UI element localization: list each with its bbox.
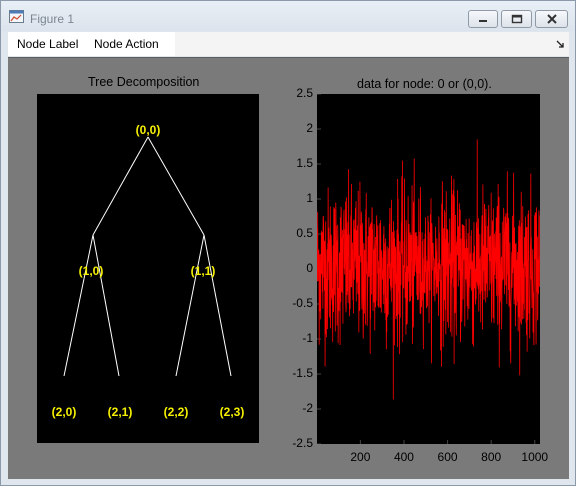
y-tick-label: 0.5 xyxy=(296,226,313,240)
menu-node-action[interactable]: Node Action xyxy=(94,37,159,51)
minimize-button[interactable] xyxy=(468,10,498,28)
undock-arrow-icon[interactable] xyxy=(556,40,566,50)
data-axes-title: data for node: 0 or (0,0). xyxy=(357,77,492,91)
tree-axes-title: Tree Decomposition xyxy=(88,75,200,89)
y-tick-label: 1.5 xyxy=(296,156,313,170)
edge-root-right xyxy=(147,136,205,236)
x-tick-label: 600 xyxy=(437,450,458,464)
edge-root-left xyxy=(92,136,149,236)
menu-bar-fill xyxy=(175,32,569,56)
edge-r-rl xyxy=(175,234,205,377)
menu-bar: Node Label Node Action xyxy=(8,32,569,56)
tree-node-2-2[interactable]: (2,2) xyxy=(164,405,189,419)
y-tick-label: 2.5 xyxy=(296,86,313,100)
tree-node-2-1[interactable]: (2,1) xyxy=(108,405,133,419)
x-tick-label: 400 xyxy=(393,450,414,464)
maximize-button[interactable] xyxy=(501,10,532,28)
data-plot xyxy=(317,94,540,444)
title-bar[interactable]: Figure 1 xyxy=(1,1,575,31)
edge-l-lr xyxy=(92,234,120,377)
edge-r-rr xyxy=(203,234,232,377)
tree-node-2-0[interactable]: (2,0) xyxy=(52,405,77,419)
signal-series-line xyxy=(317,139,540,400)
y-tick-label: 2 xyxy=(306,121,313,135)
tree-node-2-3[interactable]: (2,3) xyxy=(220,405,245,419)
tree-axes: (0,0) (1,0) (1,1) (2,0) (2,1) (2,2) (2,3… xyxy=(37,94,259,443)
x-tick-label: 1000 xyxy=(521,450,549,464)
y-tick-label: -1.5 xyxy=(292,366,313,380)
maximize-icon xyxy=(511,14,522,24)
tree-node-1-1[interactable]: (1,1) xyxy=(191,264,216,278)
y-tick-label: 1 xyxy=(306,191,313,205)
y-tick-label: -1 xyxy=(302,331,313,345)
window-title: Figure 1 xyxy=(30,12,75,26)
data-axes xyxy=(317,94,540,444)
minimize-icon xyxy=(479,20,487,22)
close-icon xyxy=(546,14,557,24)
x-tick-label: 800 xyxy=(481,450,502,464)
figure-window: Figure 1 Node Label Node Action Tree Dec… xyxy=(0,0,576,486)
y-tick-label: 0 xyxy=(306,261,313,275)
edge-l-ll xyxy=(63,234,94,377)
figure-canvas: Tree Decomposition (0,0) (1,0) (1,1) (2,… xyxy=(8,57,569,479)
x-tick-label: 200 xyxy=(350,450,371,464)
tree-node-0-0[interactable]: (0,0) xyxy=(136,123,161,137)
tree-node-1-0[interactable]: (1,0) xyxy=(79,264,104,278)
y-tick-label: -2 xyxy=(302,401,313,415)
y-tick-label: -2.5 xyxy=(292,436,313,450)
y-tick-label: -0.5 xyxy=(292,296,313,310)
menu-node-label[interactable]: Node Label xyxy=(17,37,78,51)
tree-edges xyxy=(63,136,232,377)
close-button[interactable] xyxy=(535,10,568,28)
figure-app-icon xyxy=(9,10,24,23)
